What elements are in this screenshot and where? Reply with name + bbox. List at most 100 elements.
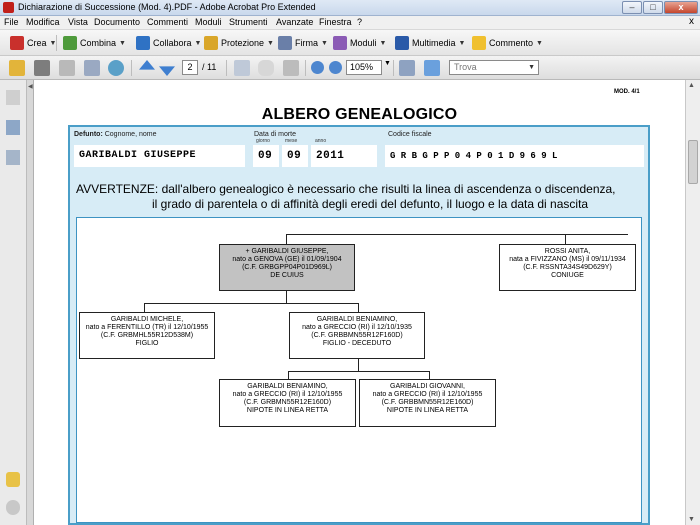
zoom-dropdown-icon[interactable]: ▼ bbox=[384, 60, 392, 76]
bookmarks-panel-icon[interactable] bbox=[6, 120, 20, 135]
marquee-zoom-icon[interactable] bbox=[283, 60, 299, 76]
document-close-icon[interactable]: x bbox=[689, 16, 694, 27]
combine-button[interactable]: Combina ▼ bbox=[63, 35, 126, 51]
hand-tool-icon[interactable] bbox=[258, 60, 274, 76]
day-label: giorno bbox=[256, 138, 270, 144]
print-icon[interactable] bbox=[34, 60, 50, 76]
create-label: Crea bbox=[27, 38, 47, 48]
scroll-up-icon[interactable]: ▲ bbox=[688, 82, 695, 89]
minimize-button[interactable]: – bbox=[622, 1, 642, 14]
window-controls: – □ x bbox=[622, 1, 698, 15]
death-day-field[interactable]: 09 bbox=[253, 145, 279, 167]
tree-node-son-michele: GARIBALDI MICHELE, nato a FERENTILLO (TR)… bbox=[79, 312, 215, 359]
navigation-toolbar: 2 / 11 105% ▼ Trova ▼ bbox=[0, 56, 700, 80]
protection-button[interactable]: Protezione ▼ bbox=[204, 35, 274, 51]
window-title: Dichiarazione di Successione (Mod. 4).PD… bbox=[18, 2, 316, 12]
comment-button[interactable]: Commento ▼ bbox=[472, 35, 543, 51]
scroll-down-icon[interactable]: ▼ bbox=[688, 516, 695, 523]
pen-icon bbox=[278, 36, 292, 50]
comment-label: Commento bbox=[489, 38, 534, 48]
tree-node-grandson-giovanni: GARIBALDI GIOVANNI, nato a GRECCIO (RI) i… bbox=[359, 379, 496, 427]
collaborate-icon bbox=[136, 36, 150, 50]
full-screen-icon[interactable] bbox=[424, 60, 440, 76]
menu-documento[interactable]: Documento bbox=[94, 17, 140, 27]
acrobat-icon bbox=[3, 2, 14, 13]
warning-line-1: AVVERTENZE: dall'albero genealogico è ne… bbox=[76, 182, 616, 196]
lock-icon bbox=[204, 36, 218, 50]
zoom-in-icon[interactable] bbox=[329, 61, 342, 74]
signatures-panel-icon[interactable] bbox=[6, 150, 20, 165]
select-tool-icon[interactable] bbox=[234, 60, 250, 76]
comments-panel-icon[interactable] bbox=[6, 472, 20, 487]
collapse-arrow-icon: ◀ bbox=[28, 84, 33, 90]
tree-line bbox=[286, 234, 287, 244]
menu-vista[interactable]: Vista bbox=[68, 17, 88, 27]
defunto-label: Defunto: Cognome, nome bbox=[74, 131, 157, 138]
form-header: Defunto: Cognome, nome Data di morte Cod… bbox=[70, 127, 648, 177]
deceased-name-field[interactable]: GARIBALDI GIUSEPPE bbox=[74, 145, 245, 167]
tree-line bbox=[358, 303, 359, 312]
forms-icon bbox=[333, 36, 347, 50]
forms-label: Moduli bbox=[350, 38, 377, 48]
next-page-icon[interactable] bbox=[159, 66, 175, 76]
collaborate-button[interactable]: Collabora ▼ bbox=[136, 35, 201, 51]
sign-label: Firma bbox=[295, 38, 318, 48]
zoom-out-icon[interactable] bbox=[311, 61, 324, 74]
menu-file[interactable]: File bbox=[4, 17, 19, 27]
attachments-panel-icon[interactable] bbox=[6, 500, 20, 515]
tree-line bbox=[286, 291, 287, 303]
zoom-level-select[interactable]: 105% bbox=[346, 60, 382, 75]
warning-text: AVVERTENZE: dall'albero genealogico è ne… bbox=[76, 182, 646, 212]
maximize-button[interactable]: □ bbox=[643, 1, 663, 14]
tree-line bbox=[144, 303, 358, 304]
find-input[interactable]: Trova ▼ bbox=[449, 60, 539, 75]
create-button[interactable]: Crea ▼ bbox=[10, 35, 56, 51]
globe-icon[interactable] bbox=[108, 60, 124, 76]
sign-button[interactable]: Firma ▼ bbox=[278, 35, 328, 51]
forms-button[interactable]: Moduli ▼ bbox=[333, 35, 386, 51]
death-month-field[interactable]: 09 bbox=[282, 145, 308, 167]
find-dropdown-icon[interactable]: ▼ bbox=[528, 61, 535, 74]
tree-line bbox=[429, 371, 430, 379]
menu-help[interactable]: ? bbox=[357, 17, 362, 27]
menu-modifica[interactable]: Modifica bbox=[26, 17, 60, 27]
page-number-input[interactable]: 2 bbox=[182, 60, 198, 75]
menu-avanzate[interactable]: Avanzate bbox=[276, 17, 313, 27]
create-pdf-icon bbox=[10, 36, 24, 50]
tax-code-field[interactable]: G R B G P P 0 4 P 0 1 D 9 6 9 L bbox=[385, 145, 644, 167]
previous-page-icon[interactable] bbox=[139, 60, 155, 70]
tree-node-grandson-beniamino: GARIBALDI BENIAMINO, nato a GRECCIO (RI) … bbox=[219, 379, 356, 427]
death-date-label: Data di morte bbox=[254, 131, 297, 138]
open-folder-icon[interactable] bbox=[9, 60, 25, 76]
tree-node-de-cuius: + GARIBALDI GIUSEPPE, nato a GENOVA (GE) … bbox=[219, 244, 355, 291]
multimedia-icon bbox=[395, 36, 409, 50]
year-label: anno bbox=[315, 138, 327, 144]
combine-icon bbox=[63, 36, 77, 50]
comment-icon bbox=[472, 36, 486, 50]
navigation-pane bbox=[0, 80, 27, 525]
email-icon[interactable] bbox=[84, 60, 100, 76]
multimedia-button[interactable]: Multimedia ▼ bbox=[395, 35, 465, 51]
menu-strumenti[interactable]: Strumenti bbox=[229, 17, 268, 27]
page-total: / 11 bbox=[202, 62, 217, 72]
tree-line bbox=[288, 371, 289, 379]
menu-finestra[interactable]: Finestra bbox=[319, 17, 352, 27]
scroll-thumb[interactable] bbox=[688, 140, 698, 184]
collaborate-label: Collabora bbox=[153, 38, 192, 48]
multimedia-label: Multimedia bbox=[412, 38, 456, 48]
vertical-scrollbar[interactable]: ▲ ▼ bbox=[685, 80, 700, 525]
death-year-field[interactable]: 2011 bbox=[311, 145, 377, 167]
fit-page-icon[interactable] bbox=[399, 60, 415, 76]
navigation-pane-toggle[interactable]: ◀ bbox=[27, 80, 34, 525]
month-label: mese bbox=[285, 138, 298, 144]
find-placeholder: Trova bbox=[454, 62, 477, 72]
page-title: ALBERO GENEALOGICO bbox=[261, 106, 458, 123]
warning-line-2: il grado di parentela o di affinità degl… bbox=[152, 197, 589, 211]
close-button[interactable]: x bbox=[664, 1, 698, 14]
combine-label: Combina bbox=[80, 38, 117, 48]
tree-line bbox=[144, 303, 145, 312]
save-icon[interactable] bbox=[59, 60, 75, 76]
pages-panel-icon[interactable] bbox=[6, 90, 20, 105]
menu-moduli[interactable]: Moduli bbox=[195, 17, 222, 27]
menu-commenti[interactable]: Commenti bbox=[147, 17, 188, 27]
